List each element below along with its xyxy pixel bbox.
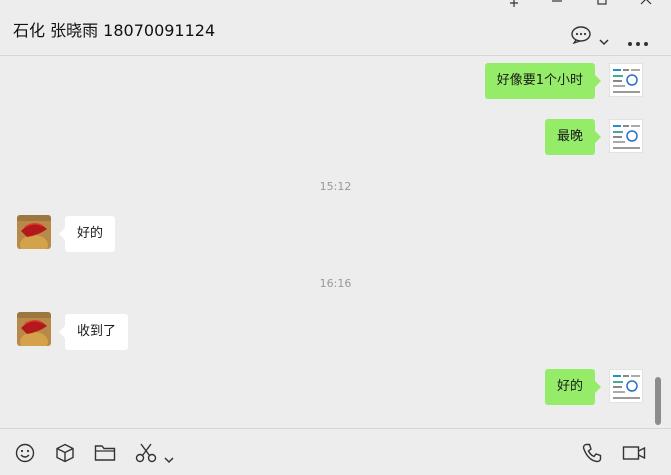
message-bubble[interactable]: 好的 bbox=[58, 216, 116, 252]
contact-avatar[interactable] bbox=[17, 312, 51, 346]
minimize-icon[interactable] bbox=[548, 0, 566, 8]
scrollbar-thumb[interactable] bbox=[655, 377, 661, 425]
message-bubble[interactable]: 好的 bbox=[544, 369, 602, 405]
chat-header: 石化 张晓雨 18070091124 bbox=[0, 0, 671, 56]
timestamp: 15:12 bbox=[319, 180, 352, 193]
chat-title: 石化 张晓雨 18070091124 bbox=[13, 21, 216, 40]
message-bubble[interactable]: 收到了 bbox=[58, 314, 129, 350]
chat-options-icon[interactable] bbox=[571, 26, 593, 48]
message-row: 好的 bbox=[0, 369, 652, 407]
chevron-down-icon[interactable] bbox=[163, 449, 175, 468]
message-bubble[interactable]: 最晚 bbox=[544, 119, 602, 155]
box-icon[interactable] bbox=[55, 443, 75, 467]
my-avatar[interactable] bbox=[609, 63, 643, 97]
pin-icon[interactable] bbox=[505, 0, 523, 8]
maximize-icon[interactable] bbox=[593, 0, 611, 8]
folder-icon[interactable] bbox=[94, 444, 116, 466]
close-icon[interactable] bbox=[637, 0, 655, 8]
message-row: 最晚 bbox=[0, 119, 652, 157]
timestamp: 16:16 bbox=[319, 277, 352, 290]
my-avatar[interactable] bbox=[609, 369, 643, 403]
message-bubble[interactable]: 好像要1个小时 bbox=[484, 63, 602, 99]
message-list[interactable]: 好像要1个小时 最晚 15:12 好的 16:16 收到了 好的 bbox=[0, 56, 671, 428]
phone-icon[interactable] bbox=[582, 443, 602, 467]
message-row: 收到了 bbox=[0, 312, 652, 350]
chevron-down-icon[interactable] bbox=[598, 31, 610, 50]
contact-avatar[interactable] bbox=[17, 215, 51, 249]
message-row: 好像要1个小时 bbox=[0, 63, 652, 101]
video-icon[interactable] bbox=[622, 445, 646, 465]
input-toolbar bbox=[0, 428, 671, 475]
emoji-icon[interactable] bbox=[15, 443, 35, 467]
scissors-icon[interactable] bbox=[135, 443, 157, 467]
my-avatar[interactable] bbox=[609, 119, 643, 153]
message-row: 好的 bbox=[0, 215, 652, 253]
more-icon[interactable] bbox=[627, 32, 649, 51]
